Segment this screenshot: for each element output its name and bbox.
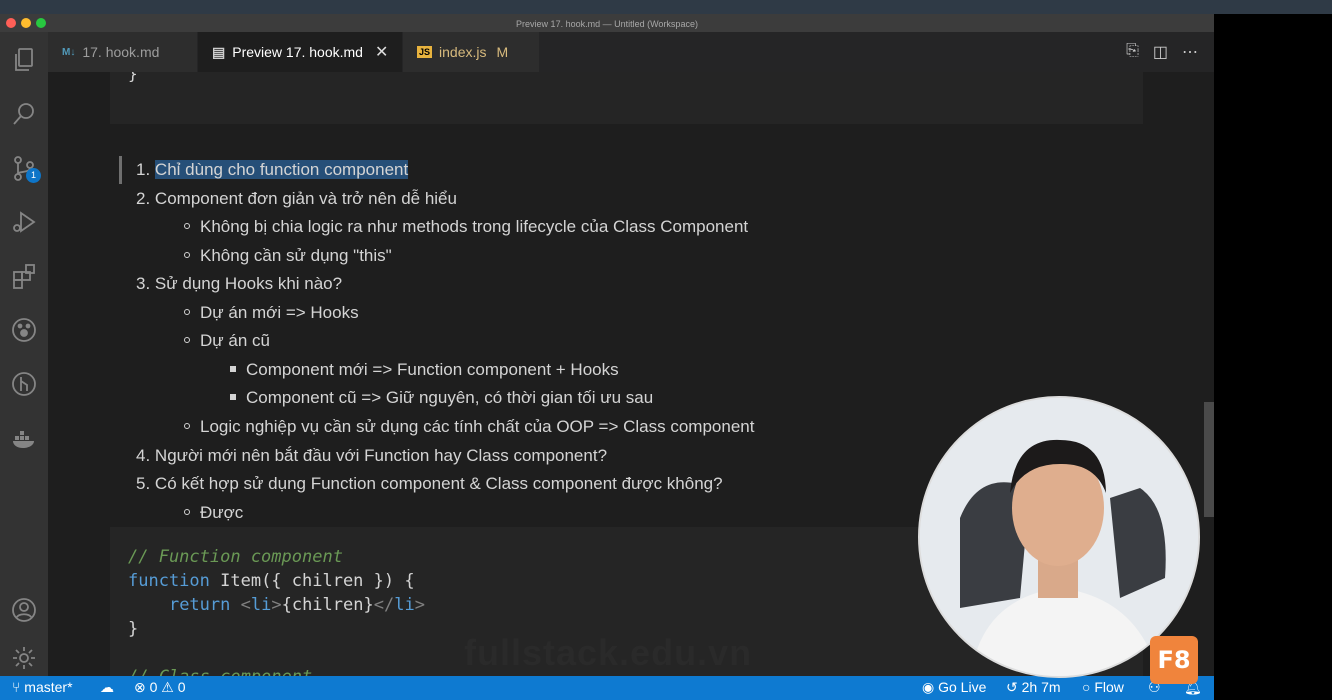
broadcast-icon: ◉: [922, 679, 939, 695]
tab-preview-hook-md[interactable]: ▤ Preview 17. hook.md ✕: [198, 32, 403, 72]
error-icon: ⊗: [134, 679, 150, 695]
square-bullet: [230, 365, 236, 372]
markdown-icon: M↓: [62, 46, 76, 58]
docker-icon[interactable]: [0, 418, 48, 458]
session-time[interactable]: ↺ 2h 7m: [1006, 679, 1061, 696]
tab-hook-md[interactable]: M↓ 17. hook.md: [48, 32, 198, 72]
list-item: Được: [184, 502, 243, 524]
list-item: 4. Người mới nên bắt đầu với Function ha…: [136, 446, 608, 465]
list-item: Dự án mới => Hooks: [184, 302, 359, 324]
list-item: 2. Component đơn giản và trở nên dễ hiểu: [136, 189, 457, 208]
circle-bullet: [184, 336, 190, 343]
account-icon[interactable]: [0, 590, 48, 630]
more-actions-icon[interactable]: ⋯: [1182, 42, 1198, 62]
circle-bullet: [184, 508, 190, 515]
code-line: return <li>{chilren}</li>: [168, 595, 425, 615]
f8-logo: F8: [1150, 636, 1198, 684]
tab-label: index.js: [439, 44, 487, 60]
code-block-previous: }: [110, 72, 1143, 124]
modified-indicator: M: [496, 44, 509, 60]
git-graph-icon[interactable]: [0, 364, 48, 404]
javascript-icon: JS: [417, 46, 433, 58]
editor-tab-bar: M↓ 17. hook.md ▤ Preview 17. hook.md ✕ J…: [48, 32, 1214, 72]
tab-label: 17. hook.md: [82, 44, 160, 60]
circle-bullet: [184, 251, 190, 258]
preview-icon: ▤: [212, 43, 226, 60]
code-comment: // Function component: [128, 547, 343, 567]
sync-icon[interactable]: ☁: [100, 679, 114, 696]
tab-index-js[interactable]: JS index.js M: [403, 32, 540, 72]
go-live-button[interactable]: ◉ Go Live: [922, 679, 986, 696]
problems-indicator[interactable]: ⊗ 0 ⚠ 0: [134, 679, 186, 696]
desktop-top-strip: [0, 0, 1332, 14]
branch-indicator[interactable]: ⑂ master*: [12, 679, 73, 695]
editor-actions: ⎘ ◫ ⋯: [1126, 42, 1198, 62]
window-controls: [6, 18, 46, 28]
split-editor-icon[interactable]: ◫: [1153, 42, 1168, 62]
list-item: Không cần sử dụng "this": [184, 245, 392, 267]
warning-icon: ⚠: [157, 679, 178, 695]
explorer-icon[interactable]: [0, 40, 48, 80]
git-branch-icon: ⑂: [12, 679, 25, 695]
settings-gear-icon[interactable]: [0, 638, 48, 678]
extensions-icon[interactable]: [0, 256, 48, 296]
selected-text: Chỉ dùng cho function component: [154, 160, 409, 179]
circle-bullet: [184, 422, 190, 429]
search-icon[interactable]: [0, 94, 48, 134]
window-title: Preview 17. hook.md — Untitled (Workspac…: [516, 19, 698, 29]
square-bullet: [230, 393, 236, 400]
activity-bar: 1: [0, 32, 48, 676]
history-icon: ↺: [1006, 679, 1022, 695]
list-item: Component mới => Function component + Ho…: [230, 359, 619, 381]
open-source-icon[interactable]: ⎘: [1126, 42, 1139, 62]
minimize-window-button[interactable]: [21, 18, 31, 28]
code-comment: // Class component: [128, 665, 312, 676]
code-line: function Item({ chilren }) {: [128, 571, 415, 591]
paw-extension-icon[interactable]: [0, 310, 48, 350]
circle-bullet: [184, 222, 190, 229]
source-control-badge: 1: [26, 168, 41, 183]
list-item: Dự án cũ: [184, 330, 270, 352]
maximize-window-button[interactable]: [36, 18, 46, 28]
vertical-scrollbar[interactable]: [1204, 402, 1214, 517]
source-control-icon[interactable]: 1: [0, 148, 48, 188]
list-item: Logic nghiệp vụ cần sử dụng các tính chấ…: [184, 416, 754, 438]
title-bar: Preview 17. hook.md — Untitled (Workspac…: [0, 14, 1214, 32]
code-line: }: [128, 619, 139, 639]
selection-gutter-marker: [119, 156, 122, 184]
status-bar: ⑂ master* ☁ ⊗ 0 ⚠ 0 ◉ Go Live ↺ 2h 7m ○ …: [0, 676, 1214, 700]
circle-bullet: [184, 308, 190, 315]
circle-icon: ○: [1082, 679, 1095, 695]
code-closing-brace: }: [128, 72, 138, 83]
close-tab-icon[interactable]: ✕: [375, 42, 388, 62]
list-item: 3. Sử dụng Hooks khi nào?: [136, 274, 343, 293]
list-item: 1. Chỉ dùng cho function component: [136, 160, 409, 179]
list-item: Component cũ => Giữ nguyên, có thời gian…: [230, 387, 653, 409]
run-debug-icon[interactable]: [0, 202, 48, 242]
flow-indicator[interactable]: ○ Flow: [1082, 679, 1124, 695]
close-window-button[interactable]: [6, 18, 16, 28]
tab-label: Preview 17. hook.md: [232, 44, 363, 60]
watermark: fullstack.edu.vn: [464, 632, 753, 673]
list-item: Không bị chia logic ra như methods trong…: [184, 216, 748, 238]
list-item: 5. Có kết hợp sử dụng Function component…: [136, 474, 723, 493]
